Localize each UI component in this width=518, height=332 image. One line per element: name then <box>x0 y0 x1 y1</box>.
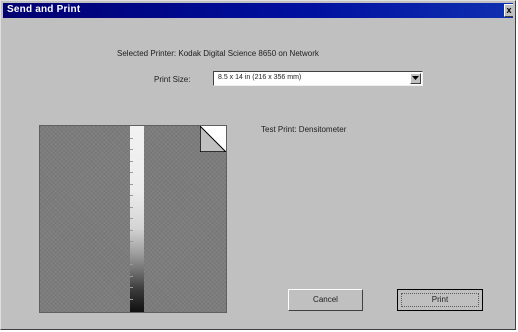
page-fold-icon <box>200 126 226 152</box>
print-button[interactable]: Print <box>397 289 483 311</box>
print-size-value: 8.5 x 14 in (216 x 356 mm) <box>218 74 302 81</box>
selected-printer-text: Selected Printer: Kodak Digital Science … <box>117 49 319 58</box>
strip-tick <box>130 137 133 139</box>
strip-tick <box>130 149 133 150</box>
strip-tick <box>130 183 133 185</box>
strip-tick <box>130 206 133 208</box>
title-bar[interactable]: Send and Print x <box>3 3 513 18</box>
print-size-select[interactable]: 8.5 x 14 in (216 x 356 mm) <box>213 71 423 86</box>
window-title: Send and Print <box>7 4 81 15</box>
strip-tick <box>130 241 133 242</box>
strip-tick <box>130 195 133 196</box>
strip-tick <box>130 229 133 231</box>
print-preview <box>39 125 227 313</box>
strip-tick <box>130 160 133 162</box>
strip-tick <box>130 275 133 277</box>
strip-tick <box>130 252 133 254</box>
dropdown-button[interactable] <box>410 73 421 84</box>
strip-tick <box>130 218 133 219</box>
densitometer-strip <box>130 126 144 312</box>
test-print-caption: Test Print: Densitometer <box>261 125 347 134</box>
cancel-button[interactable]: Cancel <box>288 289 363 311</box>
print-size-label: Print Size: <box>154 75 191 84</box>
strip-tick <box>130 172 133 173</box>
strip-tick <box>130 298 133 300</box>
print-button-label: Print <box>431 295 449 304</box>
send-and-print-dialog: Send and Print x Selected Printer: Kodak… <box>0 0 516 330</box>
close-icon[interactable]: x <box>504 4 513 17</box>
strip-tick <box>130 287 133 288</box>
chevron-down-icon <box>412 76 419 80</box>
strip-tick <box>130 264 133 265</box>
